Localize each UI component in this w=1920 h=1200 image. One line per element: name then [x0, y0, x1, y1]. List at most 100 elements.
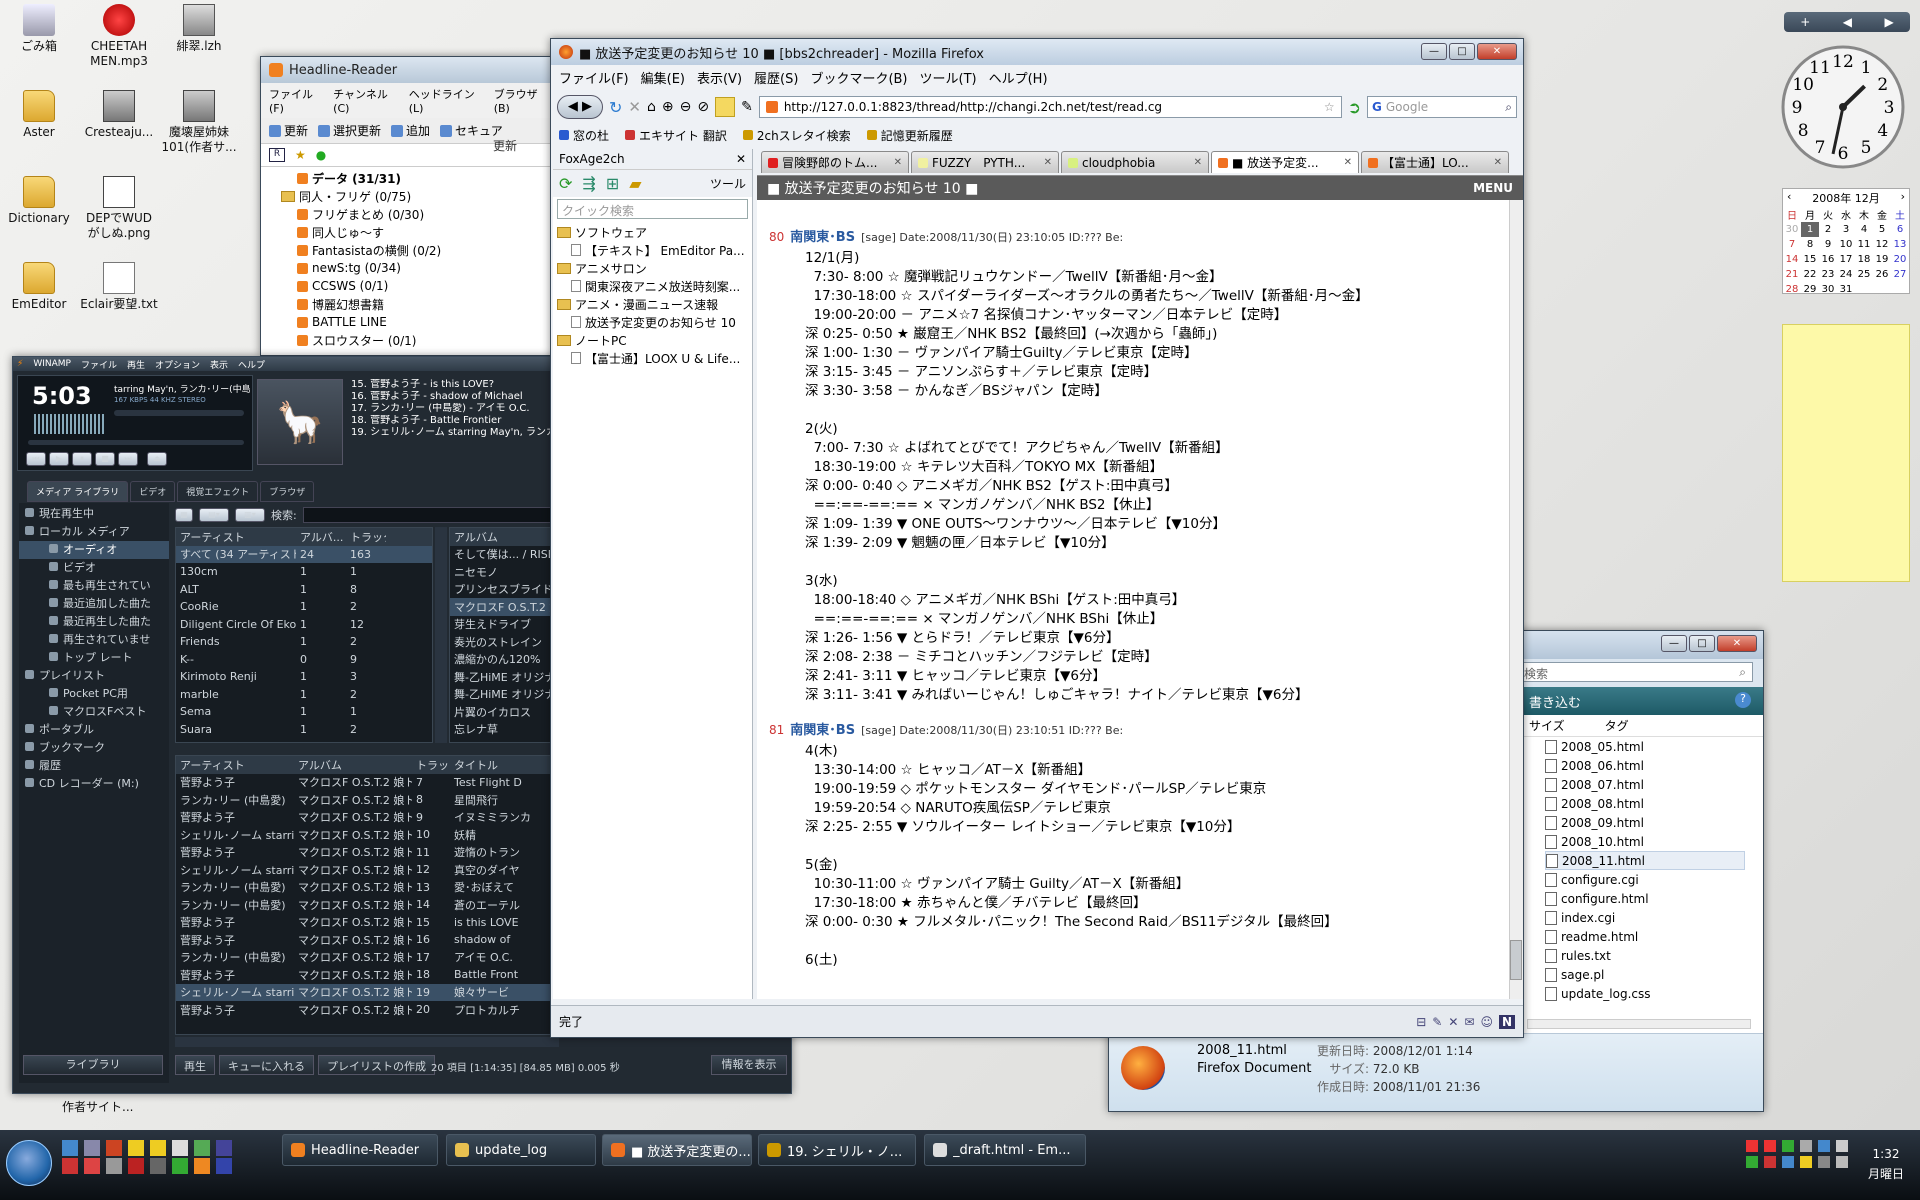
nav-item[interactable]: Pocket PC用 [19, 685, 169, 703]
calendar-day[interactable]: 5 [1873, 222, 1891, 237]
taskbar-button[interactable]: update_log [446, 1134, 596, 1166]
close-icon[interactable]: ✕ [1477, 43, 1517, 60]
zoom-out-icon[interactable]: ⊖ [680, 99, 692, 115]
pause-button-icon[interactable]: ⏸ [72, 452, 92, 466]
post-number[interactable]: 80 [769, 230, 784, 244]
winamp-menu-item[interactable]: ヘルプ [238, 358, 265, 371]
quicklaunch-app13-icon[interactable] [194, 1158, 210, 1174]
browser-tab[interactable]: ■ 放送予定変... ✕ [1211, 151, 1359, 173]
file-row[interactable]: 2008_11.html [1545, 851, 1745, 870]
quicklaunch-app3-icon[interactable] [150, 1140, 166, 1156]
calendar-day[interactable]: 30 [1819, 282, 1837, 297]
winamp-menu-item[interactable]: ファイル [81, 358, 117, 371]
view-icon[interactable]: R [269, 148, 285, 162]
quicklaunch-app8-icon[interactable] [84, 1158, 100, 1174]
column-tag[interactable]: タグ [1605, 717, 1629, 734]
quicklaunch-app9-icon[interactable] [106, 1158, 122, 1174]
thread-menu-button[interactable]: MENU [1473, 181, 1513, 195]
sidebar-item[interactable]: アニメ・漫画ニュース速報 [557, 295, 748, 313]
addon-icon[interactable]: ⊟ [1416, 1015, 1426, 1029]
calendar-day[interactable]: 19 [1873, 252, 1891, 267]
tab-close-icon[interactable]: ✕ [1494, 157, 1502, 168]
nav-item[interactable]: ブックマーク [19, 739, 169, 757]
tab-close-icon[interactable]: ✕ [1044, 157, 1052, 168]
globe-icon[interactable]: ● [316, 148, 326, 162]
menu-item[interactable]: ブックマーク(B) [810, 68, 907, 87]
nav-item[interactable]: 最近再生した曲た [19, 613, 169, 631]
stop-button-icon[interactable]: ■ [95, 452, 115, 466]
tray-icon-4[interactable] [1800, 1140, 1812, 1152]
calendar-day[interactable]: 7 [1783, 237, 1801, 252]
tools-icon[interactable]: ✎ [741, 99, 753, 115]
track-row[interactable]: シェリル･ノーム starring M... マクロスF O.S.T.2 娘ト..… [176, 983, 558, 1001]
quick-search-input[interactable]: クイック検索 [557, 199, 748, 219]
winamp-menu-item[interactable]: オプション [155, 358, 200, 371]
tray-icon-1[interactable] [1746, 1140, 1758, 1152]
sidebar-item[interactable]: ノートPC [557, 331, 748, 349]
file-row[interactable]: sage.pl [1545, 965, 1763, 984]
calendar-day[interactable]: 11 [1855, 237, 1873, 252]
calendar-day[interactable]: 13 [1891, 237, 1909, 252]
calendar-day[interactable]: 17 [1837, 252, 1855, 267]
calendar-day[interactable]: 28 [1783, 282, 1801, 297]
nav-item[interactable]: ビデオ [19, 559, 169, 577]
artist-row[interactable]: Sema 1 1 [176, 703, 432, 721]
content-scrollbar[interactable] [1509, 200, 1523, 999]
track-row[interactable]: 菅野よう子 マクロスF O.S.T.2 娘ト... 18 Battle Front [176, 966, 558, 984]
album-row[interactable]: 舞-乙HiME オリジナル [450, 686, 558, 704]
close-icon[interactable]: ✕ [1717, 635, 1757, 652]
quicklaunch-app6-icon[interactable] [216, 1140, 232, 1156]
quicklaunch-app12-icon[interactable] [172, 1158, 188, 1174]
desktop-icon[interactable]: DEPでWUD がしぬ.png [80, 176, 158, 241]
calendar-day[interactable]: 6 [1891, 222, 1909, 237]
scroll-thumb[interactable] [1510, 940, 1522, 980]
file-row[interactable]: configure.html [1545, 889, 1763, 908]
next-month-icon[interactable]: › [1901, 190, 1905, 206]
artist-row[interactable]: CooRie 1 2 [176, 598, 432, 616]
add-gadget-icon[interactable]: + [1800, 15, 1810, 29]
track-row[interactable]: 菅野よう子 マクロスF O.S.T.2 娘ト... 7 Test Flight D [176, 774, 558, 792]
tray-icon-5[interactable] [1818, 1140, 1830, 1152]
sidebar-item[interactable]: 【富士通】LOOX U & Life... [557, 349, 748, 367]
file-row[interactable]: configure.cgi [1545, 870, 1763, 889]
file-row[interactable]: rules.txt [1545, 946, 1763, 965]
minimize-icon[interactable]: — [1661, 635, 1687, 652]
toolbar-button[interactable]: 追加 [391, 122, 430, 139]
track-row[interactable]: 菅野よう子 マクロスF O.S.T.2 娘ト... 9 イヌミミランカ [176, 809, 558, 827]
zoom-in-icon[interactable]: ⊕ [662, 99, 674, 115]
file-row[interactable]: 2008_09.html [1545, 813, 1763, 832]
album-row[interactable]: 奏光のストレイン [450, 633, 558, 651]
desktop-icon[interactable]: 魔壊屋姉妹 101(作者サ... [160, 90, 238, 155]
sidebar-tools-menu[interactable]: ツール [710, 175, 746, 192]
desktop-icon[interactable]: Cresteaju... [80, 90, 158, 140]
track-row[interactable]: シェリル･ノーム starring M... マクロスF O.S.T.2 娘ト..… [176, 861, 558, 879]
tray-icon-3[interactable] [1782, 1140, 1794, 1152]
file-row[interactable]: 2008_08.html [1545, 794, 1763, 813]
channel-item[interactable]: スロウスター (0/1) [265, 331, 555, 349]
play-button-icon[interactable]: ▶ [49, 452, 69, 466]
star-icon[interactable]: ★ [295, 148, 306, 162]
library-tab[interactable]: ビデオ [130, 481, 176, 502]
restore-icon[interactable]: ⊘ [697, 99, 709, 115]
nav-item[interactable]: 最も再生されてい [19, 577, 169, 595]
calendar-day[interactable]: 21 [1783, 267, 1801, 282]
volume-slider[interactable] [114, 410, 244, 416]
tray-icon-10[interactable] [1800, 1156, 1812, 1168]
tray-icon-9[interactable] [1782, 1156, 1794, 1168]
quicklaunch-app7-icon[interactable] [62, 1158, 78, 1174]
channel-item[interactable]: CCSWS (0/1) [265, 277, 555, 295]
calendar-day[interactable]: 9 [1819, 237, 1837, 252]
artist-row[interactable]: すべて (34 アーティスト) 24 163 [176, 545, 432, 563]
firefox-window[interactable]: ■ 放送予定変更のお知らせ 10 ■ [bbs2chreader] - Mozi… [550, 38, 1524, 1038]
taskbar-clock[interactable]: 1:32 月曜日 [1858, 1144, 1914, 1184]
artist-row[interactable]: Kirimoto Renji 1 3 [176, 668, 432, 686]
home-icon[interactable]: ⌂ [647, 99, 656, 115]
desktop-icon[interactable]: EmEditor [0, 262, 78, 312]
headline-reader-window[interactable]: Headline-Reader ファイル(F) チャンネル(C) ヘッドライン(L)… [260, 56, 560, 356]
quicklaunch-app10-icon[interactable] [128, 1158, 144, 1174]
sidebar-item[interactable]: ソフトウェア [557, 223, 748, 241]
channel-item[interactable]: 同人じゅ～す [265, 223, 555, 241]
winamp-menu-item[interactable]: 表示 [210, 358, 228, 371]
calendar-day[interactable]: 24 [1837, 267, 1855, 282]
eject-button-icon[interactable]: ⏏ [147, 452, 167, 466]
